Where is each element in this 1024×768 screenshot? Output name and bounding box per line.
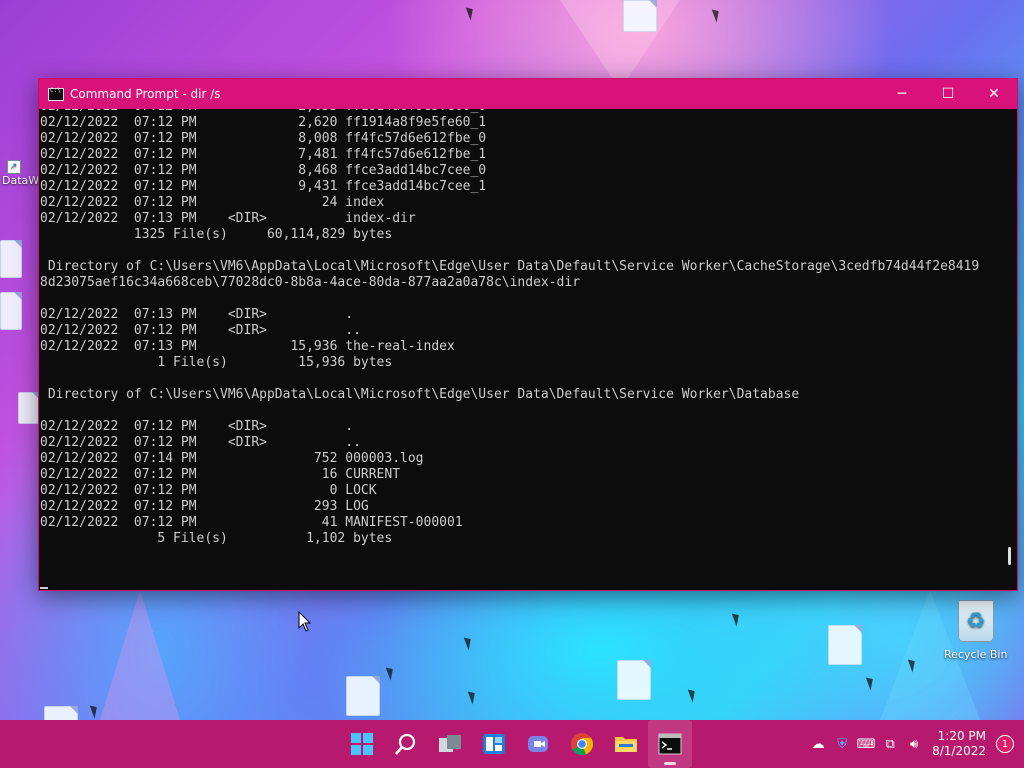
desktop-icon-label: Recycle Bin [944, 648, 1008, 661]
chat-button[interactable] [516, 720, 560, 768]
chrome-icon [571, 733, 594, 756]
network-icon[interactable]: ⧉ [878, 737, 902, 752]
close-button[interactable]: ✕ [971, 79, 1017, 109]
window-title: Command Prompt - dir /s [70, 87, 221, 101]
console-output-area[interactable]: 02/12/2022 07:12 PM 2,653 ff1914a8f9e5fe… [39, 109, 1017, 589]
console-line: 02/12/2022 07:13 PM <DIR> index-dir [40, 211, 416, 226]
folder-icon [615, 737, 637, 752]
search-icon [395, 733, 416, 755]
console-line: Directory of C:\Users\VM6\AppData\Local\… [40, 387, 800, 402]
clock-time: 1:20 PM [937, 729, 986, 743]
taskbar-apps [340, 720, 692, 768]
console-line: 02/12/2022 07:12 PM 0 LOCK [40, 483, 377, 498]
command-prompt-window[interactable]: Command Prompt - dir /s ─ ☐ ✕ 02/12/2022… [38, 78, 1018, 591]
console-line: 02/12/2022 07:12 PM 9,431 ffce3add14bc7c… [40, 179, 487, 194]
file-explorer-button[interactable] [604, 720, 648, 768]
minimize-button[interactable]: ─ [879, 79, 925, 109]
system-tray: ☁ ⛨ ⌨ ⧉ 🔊︎ 1:20 PM 8/1/2022 1 [806, 720, 1024, 768]
console-line: 1325 File(s) 60,114,829 bytes [40, 227, 393, 242]
widgets-button[interactable] [472, 720, 516, 768]
clock[interactable]: 1:20 PM 8/1/2022 [932, 729, 986, 759]
security-warning-icon[interactable]: ⛨ [830, 737, 854, 752]
console-line: 02/12/2022 07:12 PM 8,468 ffce3add14bc7c… [40, 163, 487, 178]
task-view-icon [439, 735, 461, 752]
chat-icon [528, 736, 548, 752]
console-line: 02/12/2022 07:14 PM 752 000003.log [40, 451, 424, 466]
desktop-icon-dataw[interactable]: ↗ DataW [2, 138, 39, 187]
command-prompt-taskbar-button[interactable] [648, 720, 692, 768]
maximize-icon: ☐ [941, 86, 955, 102]
console-line: 02/12/2022 07:12 PM 8,008 ff4fc57d6e612f… [40, 131, 487, 146]
clock-date: 8/1/2022 [932, 744, 986, 758]
volume-icon[interactable]: 🔊︎ [902, 737, 926, 752]
scrollbar-thumb[interactable] [1008, 547, 1011, 565]
minimize-icon: ─ [897, 86, 907, 102]
search-button[interactable] [384, 720, 428, 768]
text-cursor [40, 587, 48, 589]
onedrive-icon[interactable]: ☁ [806, 737, 830, 752]
notification-badge[interactable]: 1 [996, 735, 1014, 753]
console-line: 02/12/2022 07:12 PM 7,481 ff4fc57d6e612f… [40, 147, 487, 162]
window-title-bar[interactable]: Command Prompt - dir /s ─ ☐ ✕ [39, 79, 1017, 109]
command-prompt-icon [48, 87, 64, 101]
windows-start-icon [351, 733, 373, 755]
task-view-button[interactable] [428, 720, 472, 768]
shortcut-icon: ↗ [6, 138, 35, 174]
chrome-button[interactable] [560, 720, 604, 768]
console-line: 02/12/2022 07:12 PM 24 index [40, 195, 385, 210]
console-line: 02/12/2022 07:13 PM 15,936 the-real-inde… [40, 339, 455, 354]
console-line: 02/12/2022 07:13 PM <DIR> . [40, 307, 354, 322]
close-icon: ✕ [988, 86, 1000, 102]
console-line: 02/12/2022 07:12 PM <DIR> .. [40, 323, 361, 338]
recycle-bin-icon: ♻ [957, 600, 994, 642]
console-line: 5 File(s) 1,102 bytes [40, 531, 393, 546]
mouse-cursor [298, 610, 312, 637]
keyboard-icon[interactable]: ⌨ [854, 737, 878, 752]
desktop-icon-label: DataW [2, 174, 40, 187]
terminal-icon [658, 733, 682, 755]
console-line: 02/12/2022 07:12 PM <DIR> .. [40, 435, 361, 450]
console-line: 02/12/2022 07:12 PM <DIR> . [40, 419, 354, 434]
console-line: 02/12/2022 07:12 PM 293 LOG [40, 499, 369, 514]
console-line: 8d23075aef16c34a668ceb\77028dc0-8b8a-4ac… [40, 275, 581, 290]
maximize-button[interactable]: ☐ [925, 79, 971, 109]
console-line: 1 File(s) 15,936 bytes [40, 355, 393, 370]
desktop-icon-recycle-bin[interactable]: ♻ Recycle Bin [944, 600, 1007, 661]
console-line: 02/12/2022 07:12 PM 41 MANIFEST-000001 [40, 515, 463, 530]
taskbar: ☁ ⛨ ⌨ ⧉ 🔊︎ 1:20 PM 8/1/2022 1 [0, 720, 1024, 768]
console-output: 02/12/2022 07:12 PM 2,653 ff1914a8f9e5fe… [39, 109, 1017, 547]
console-line: Directory of C:\Users\VM6\AppData\Local\… [40, 259, 980, 274]
start-button[interactable] [340, 720, 384, 768]
console-line: 02/12/2022 07:12 PM 2,620 ff1914a8f9e5fe… [40, 115, 487, 130]
widgets-icon [483, 734, 505, 754]
console-line: 02/12/2022 07:12 PM 16 CURRENT [40, 467, 401, 482]
